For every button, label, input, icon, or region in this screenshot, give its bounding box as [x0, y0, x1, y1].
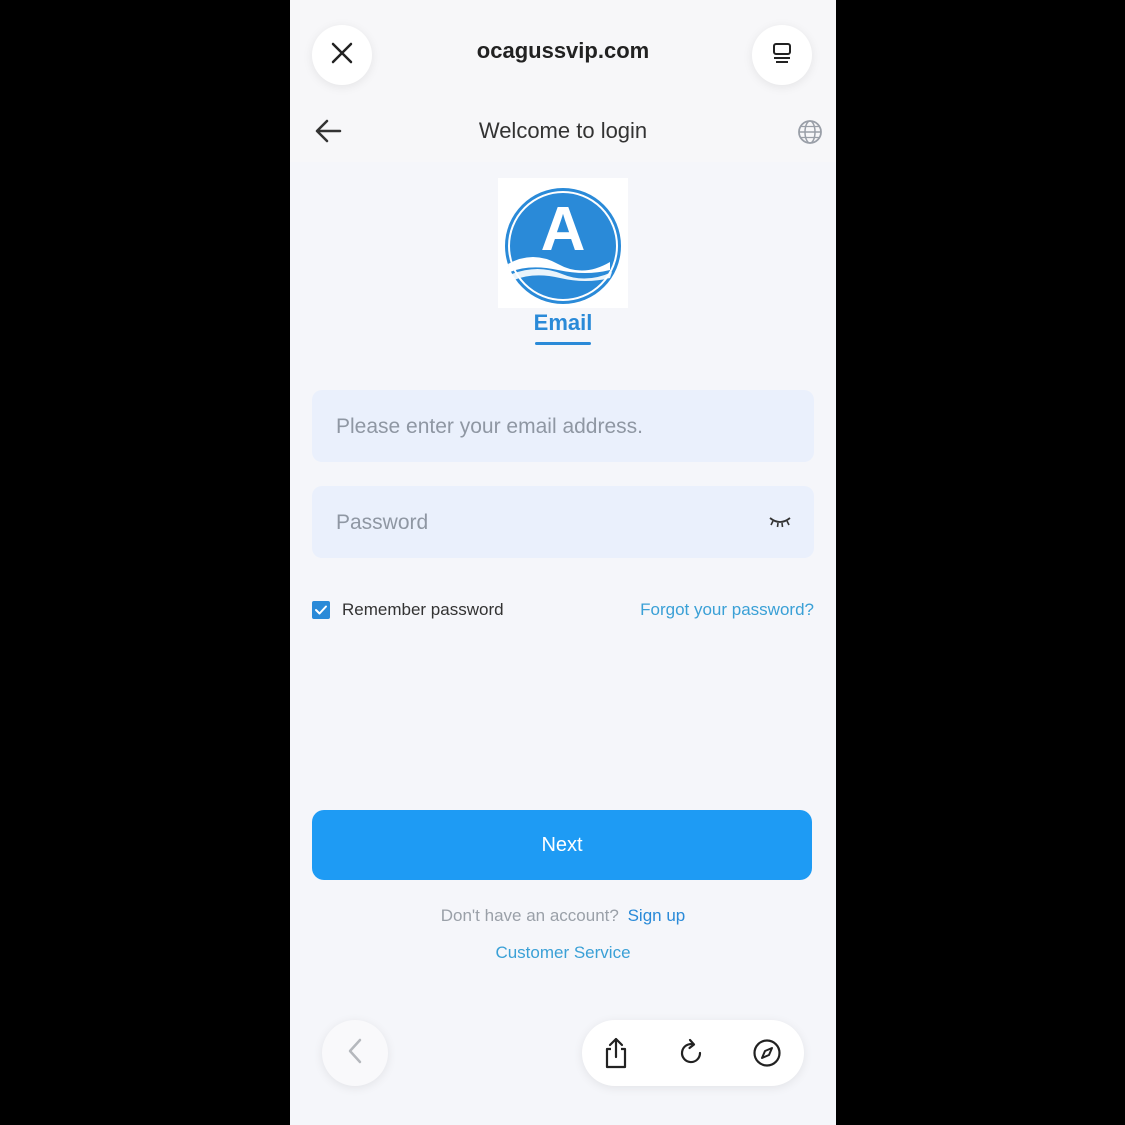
browser-action-group: [582, 1020, 804, 1086]
reload-icon[interactable]: [673, 1035, 709, 1071]
browser-back-button[interactable]: [322, 1020, 388, 1086]
browser-top-bar: ocagussvip.com: [290, 0, 836, 108]
tabs-icon: [770, 41, 794, 70]
globe-icon[interactable]: [797, 119, 823, 150]
email-field-container: [312, 390, 814, 464]
share-icon[interactable]: [598, 1035, 634, 1071]
chevron-left-icon: [345, 1037, 365, 1070]
tabs-button[interactable]: [752, 25, 812, 85]
signup-link[interactable]: Sign up: [628, 906, 686, 925]
back-arrow-icon[interactable]: [314, 118, 342, 149]
forgot-password-link[interactable]: Forgot your password?: [640, 600, 814, 620]
page-title: Welcome to login: [478, 118, 648, 143]
email-field[interactable]: [334, 390, 758, 464]
signup-line: Don't have an account? Sign up: [290, 906, 836, 926]
remember-label: Remember password: [342, 600, 504, 619]
checkmark-icon: [315, 605, 327, 615]
phone-screen: ocagussvip.com Welcome to login A Email …: [290, 0, 836, 1125]
password-field-container: [312, 486, 814, 560]
remember-password-row[interactable]: Remember password: [312, 598, 504, 622]
customer-service-link[interactable]: Customer Service: [290, 943, 836, 963]
app-logo: A: [498, 178, 628, 308]
tab-email-underline: [535, 342, 591, 345]
compass-icon[interactable]: [749, 1035, 785, 1071]
eye-closed-icon[interactable]: [768, 512, 792, 532]
close-button[interactable]: [312, 25, 372, 85]
no-account-text: Don't have an account?: [440, 906, 619, 925]
next-button[interactable]: Next: [312, 810, 812, 880]
logo-letter: A: [540, 195, 586, 264]
url-label[interactable]: ocagussvip.com: [410, 38, 716, 64]
remember-checkbox[interactable]: [312, 601, 330, 619]
tab-email[interactable]: Email: [510, 310, 616, 336]
close-icon: [330, 41, 354, 70]
password-field[interactable]: [334, 486, 758, 560]
page-header: Welcome to login: [290, 100, 836, 162]
